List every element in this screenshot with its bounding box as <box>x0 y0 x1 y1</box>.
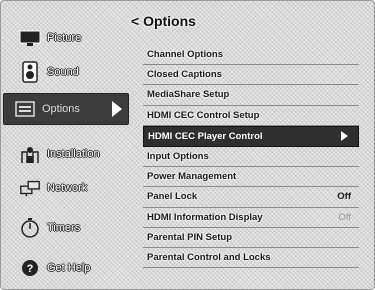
option-label: Panel Lock <box>147 191 198 203</box>
option-label: Power Management <box>147 171 237 183</box>
option-row[interactable]: HDMI CEC Player Control <box>143 125 359 147</box>
option-row[interactable]: Panel Lock Off <box>143 187 359 208</box>
option-label: Parental PIN Setup <box>147 231 232 243</box>
option-row[interactable]: Parental PIN Setup <box>143 228 359 248</box>
submenu-arrow-icon <box>341 131 348 142</box>
sidebar-item-label: Network <box>47 182 88 194</box>
help-icon: ? <box>19 257 41 279</box>
option-value: Off <box>338 211 352 223</box>
option-row[interactable]: Input Options <box>143 147 359 168</box>
option-label: MediaShare Setup <box>147 89 230 101</box>
sidebar-item-label: Installation <box>47 148 100 160</box>
sidebar-item-label: Options <box>42 103 80 115</box>
tv-menu-screen: Picture Sound Options Installation Netwo… <box>0 0 375 290</box>
timer-icon <box>19 217 41 239</box>
option-label: Channel Options <box>147 49 223 61</box>
sidebar-item-network[interactable]: Network <box>9 173 121 203</box>
option-label: Parental Control and Locks <box>147 251 271 263</box>
sidebar-item-options[interactable]: Options <box>3 93 129 125</box>
monitor-icon <box>19 27 41 49</box>
sidebar-item-label: Timers <box>47 222 81 234</box>
option-label: HDMI CEC Control Setup <box>147 109 260 121</box>
option-label: Closed Captions <box>147 69 222 81</box>
svg-text:?: ? <box>27 263 34 275</box>
option-row[interactable]: Parental Control and Locks <box>143 248 359 269</box>
sidebar-item-timers[interactable]: Timers <box>9 213 121 243</box>
option-label: HDMI CEC Player Control <box>148 130 263 142</box>
sidebar: Picture Sound Options Installation Netwo… <box>1 1 129 289</box>
option-row[interactable]: HDMI CEC Control Setup <box>143 106 359 126</box>
option-label: HDMI Information Display <box>147 211 263 223</box>
sidebar-item-label: Picture <box>47 32 82 44</box>
installation-icon <box>19 143 41 165</box>
speaker-icon <box>19 61 41 83</box>
sidebar-item-label: Get Help <box>47 262 91 274</box>
sidebar-item-picture[interactable]: Picture <box>9 23 121 53</box>
sidebar-item-get-help[interactable]: ? Get Help <box>9 253 121 283</box>
option-row[interactable]: Power Management <box>143 167 359 188</box>
page-title[interactable]: < Options <box>131 13 196 29</box>
sidebar-item-label: Sound <box>47 66 79 78</box>
options-panel: < Options Channel Options Closed Captions… <box>131 1 374 289</box>
sidebar-item-installation[interactable]: Installation <box>9 139 121 169</box>
option-row[interactable]: Closed Captions <box>143 65 359 86</box>
option-label: Input Options <box>147 151 209 163</box>
option-value: Off <box>337 191 351 203</box>
selected-arrow-icon <box>112 101 122 117</box>
sidebar-item-sound[interactable]: Sound <box>9 57 121 87</box>
option-row[interactable]: HDMI Information Display Off <box>143 208 359 228</box>
option-row[interactable]: MediaShare Setup <box>143 85 359 106</box>
network-icon <box>19 177 41 199</box>
options-list: Channel Options Closed Captions MediaShare… <box>143 45 359 269</box>
options-panel-icon <box>14 98 36 120</box>
option-row[interactable]: Channel Options <box>143 45 359 66</box>
